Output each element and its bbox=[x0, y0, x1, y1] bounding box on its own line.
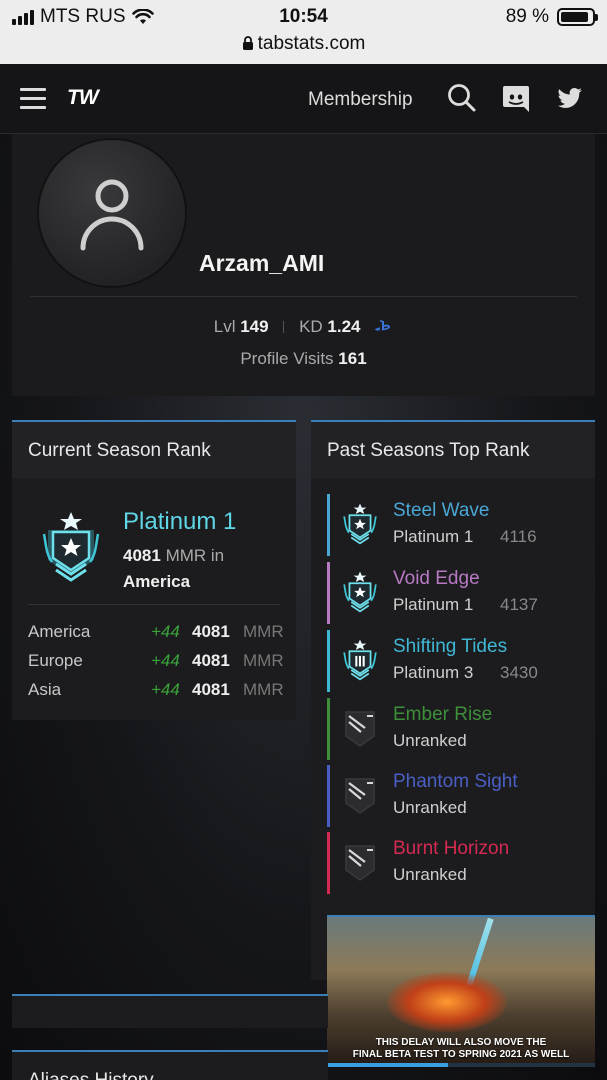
twitter-icon[interactable] bbox=[553, 82, 585, 114]
membership-link[interactable]: Membership bbox=[308, 89, 413, 111]
platinum-3-icon bbox=[343, 639, 377, 681]
region-mmr: 4081 bbox=[192, 651, 230, 670]
username: Arzam_AMI bbox=[199, 250, 325, 276]
region-unit: MMR bbox=[243, 622, 284, 641]
region-name: Asia bbox=[28, 680, 62, 699]
avatar bbox=[39, 140, 185, 286]
current-rank-name: Platinum 1 bbox=[123, 508, 237, 535]
past-season-item: Steel Wave Platinum 1 4116 bbox=[327, 494, 582, 556]
panel-header: Current Season Rank bbox=[12, 422, 296, 478]
season-rank: Platinum 3 bbox=[393, 663, 474, 682]
top-navbar: TW Membership bbox=[0, 64, 607, 134]
level-value: 149 bbox=[240, 317, 269, 336]
region-unit: MMR bbox=[243, 680, 284, 699]
lock-icon bbox=[242, 36, 253, 50]
divider bbox=[30, 296, 577, 297]
season-color-bar bbox=[327, 494, 330, 556]
aliases-title: Aliases History bbox=[28, 1070, 154, 1080]
playstation-icon bbox=[375, 320, 391, 331]
region-unit: MMR bbox=[243, 651, 284, 670]
past-season-item: Ember Rise Unranked bbox=[327, 698, 582, 760]
ad-caption: THIS DELAY WILL ALSO MOVE THE FINAL BETA… bbox=[327, 1037, 595, 1061]
season-color-bar bbox=[327, 562, 330, 624]
season-name[interactable]: Phantom Sight bbox=[393, 771, 518, 793]
profile-visits: Profile Visits 161 bbox=[12, 349, 595, 369]
current-region: America bbox=[123, 572, 191, 591]
kd-label: KD bbox=[299, 317, 323, 336]
region-delta: +44 bbox=[151, 651, 180, 670]
video-ad[interactable]: THIS DELAY WILL ALSO MOVE THE FINAL BETA… bbox=[327, 915, 595, 1067]
season-rank: Unranked bbox=[393, 865, 467, 884]
level-kd-stats: Lvl 149 KD 1.24 bbox=[12, 317, 595, 337]
visits-label: Profile Visits bbox=[240, 349, 334, 368]
season-color-bar bbox=[327, 698, 330, 760]
current-season-panel: Current Season Rank Platinum 1 4081 MMR … bbox=[12, 420, 296, 720]
region-row: Europe +44 4081 MMR bbox=[28, 651, 284, 675]
platinum-rank-icon bbox=[42, 512, 100, 582]
season-mmr: 3430 bbox=[500, 663, 538, 682]
season-rank: Platinum 1 bbox=[393, 595, 474, 614]
search-icon[interactable] bbox=[446, 82, 478, 114]
season-name[interactable]: Burnt Horizon bbox=[393, 838, 509, 860]
region-mmr: 4081 bbox=[192, 622, 230, 641]
season-name[interactable]: Ember Rise bbox=[393, 704, 492, 726]
divider bbox=[28, 604, 280, 605]
season-mmr: 4137 bbox=[500, 595, 538, 614]
past-season-item: Phantom Sight Unranked bbox=[327, 765, 582, 827]
current-mmr-text: 4081 MMR in America bbox=[123, 543, 224, 595]
ad-caption-line: FINAL BETA TEST TO SPRING 2021 AS WELL bbox=[352, 1049, 570, 1060]
current-mmr-value: 4081 bbox=[123, 546, 161, 565]
level-label: Lvl bbox=[213, 317, 236, 336]
past-seasons-title: Past Seasons Top Rank bbox=[327, 440, 530, 461]
past-seasons-panel: Past Seasons Top Rank Steel Wave Platinu… bbox=[311, 420, 595, 980]
season-name[interactable]: Void Edge bbox=[393, 568, 480, 590]
platinum-1-icon bbox=[343, 571, 377, 613]
ad-caption-line: THIS DELAY WILL ALSO MOVE THE bbox=[375, 1037, 547, 1048]
profile-card: Arzam_AMI Lvl 149 KD 1.24 Profile Visits… bbox=[12, 134, 595, 396]
ios-status-bar: MTS RUS 10:54 89 % tabstats.com bbox=[0, 0, 607, 64]
site-logo[interactable]: TW bbox=[67, 86, 99, 110]
region-row: America +44 4081 MMR bbox=[28, 622, 284, 646]
region-row: Asia +44 4081 MMR bbox=[28, 680, 284, 704]
season-color-bar bbox=[327, 765, 330, 827]
region-name: Europe bbox=[28, 651, 83, 670]
current-mmr-suffix: MMR in bbox=[165, 546, 225, 565]
aliases-panel: Aliases History bbox=[12, 1050, 328, 1080]
unranked-icon bbox=[345, 711, 375, 747]
panel-header: Past Seasons Top Rank bbox=[311, 422, 595, 478]
unranked-icon bbox=[345, 778, 375, 814]
region-delta: +44 bbox=[151, 622, 180, 641]
platinum-1-icon bbox=[343, 503, 377, 545]
battery-percent: 89 % bbox=[505, 6, 549, 27]
menu-icon[interactable] bbox=[20, 88, 46, 110]
season-rank: Unranked bbox=[393, 798, 467, 817]
season-rank: Platinum 1 bbox=[393, 527, 474, 546]
url-text: tabstats.com bbox=[257, 33, 366, 54]
battery-icon bbox=[557, 8, 598, 26]
ad-explosion bbox=[387, 972, 507, 1032]
region-delta: +44 bbox=[151, 680, 180, 699]
discord-icon[interactable] bbox=[500, 82, 532, 114]
region-name: America bbox=[28, 622, 91, 641]
unranked-icon bbox=[345, 845, 375, 881]
user-placeholder-icon bbox=[80, 179, 144, 251]
past-season-item: Shifting Tides Platinum 3 3430 bbox=[327, 630, 582, 692]
ad-progress-bar bbox=[327, 1063, 595, 1067]
region-mmr: 4081 bbox=[192, 680, 230, 699]
past-season-item: Burnt Horizon Unranked bbox=[327, 832, 582, 894]
address-bar[interactable]: tabstats.com bbox=[0, 33, 607, 55]
kd-value: 1.24 bbox=[327, 317, 361, 336]
season-name[interactable]: Shifting Tides bbox=[393, 636, 507, 658]
season-mmr: 4116 bbox=[500, 527, 537, 546]
visits-value: 161 bbox=[338, 349, 367, 368]
season-name[interactable]: Steel Wave bbox=[393, 500, 489, 522]
season-color-bar bbox=[327, 832, 330, 894]
season-rank: Unranked bbox=[393, 731, 467, 750]
current-season-title: Current Season Rank bbox=[28, 440, 211, 461]
empty-panel bbox=[12, 994, 328, 1028]
season-color-bar bbox=[327, 630, 330, 692]
past-season-item: Void Edge Platinum 1 4137 bbox=[327, 562, 582, 624]
